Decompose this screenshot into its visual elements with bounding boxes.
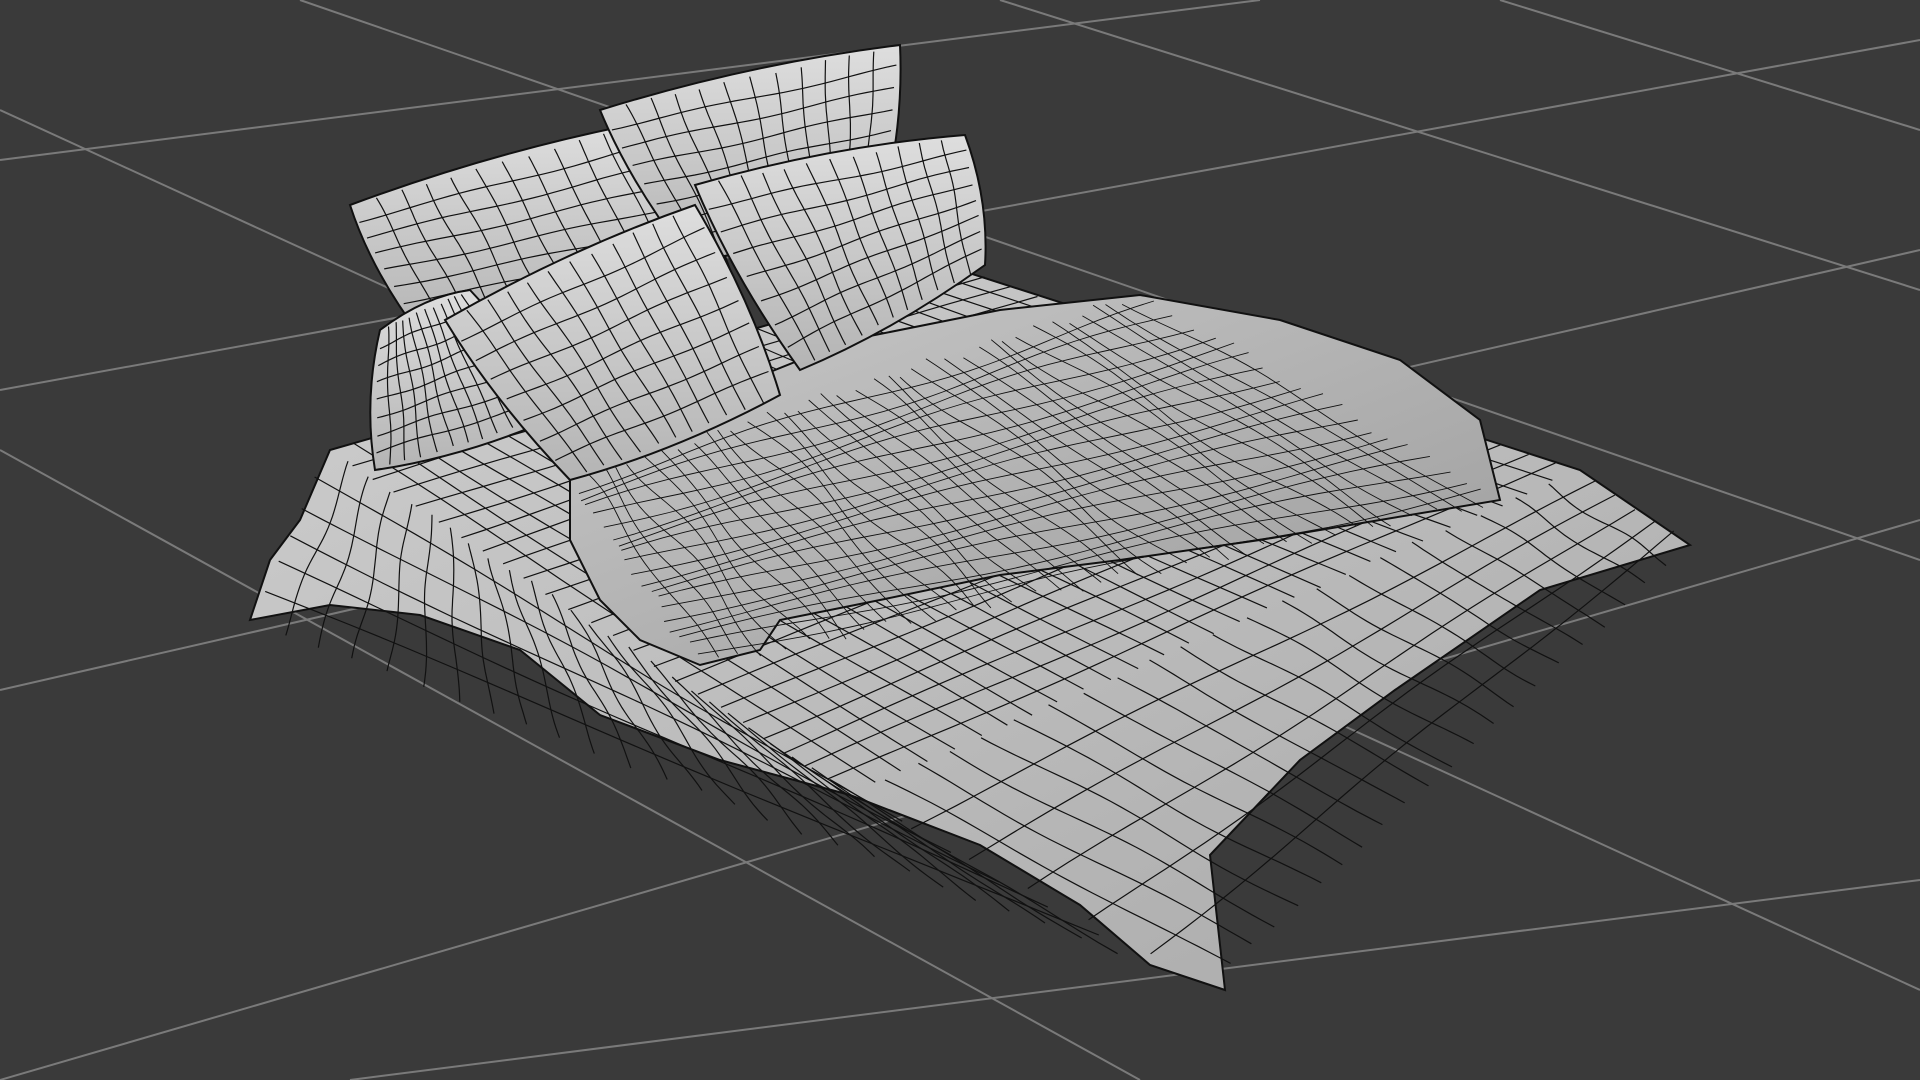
bed-mesh[interactable] — [248, 43, 1693, 992]
viewport-canvas[interactable] — [0, 0, 1920, 1080]
grid-line — [1499, 0, 1920, 131]
grid-line — [999, 0, 1920, 291]
3d-viewport[interactable] — [0, 0, 1920, 1080]
